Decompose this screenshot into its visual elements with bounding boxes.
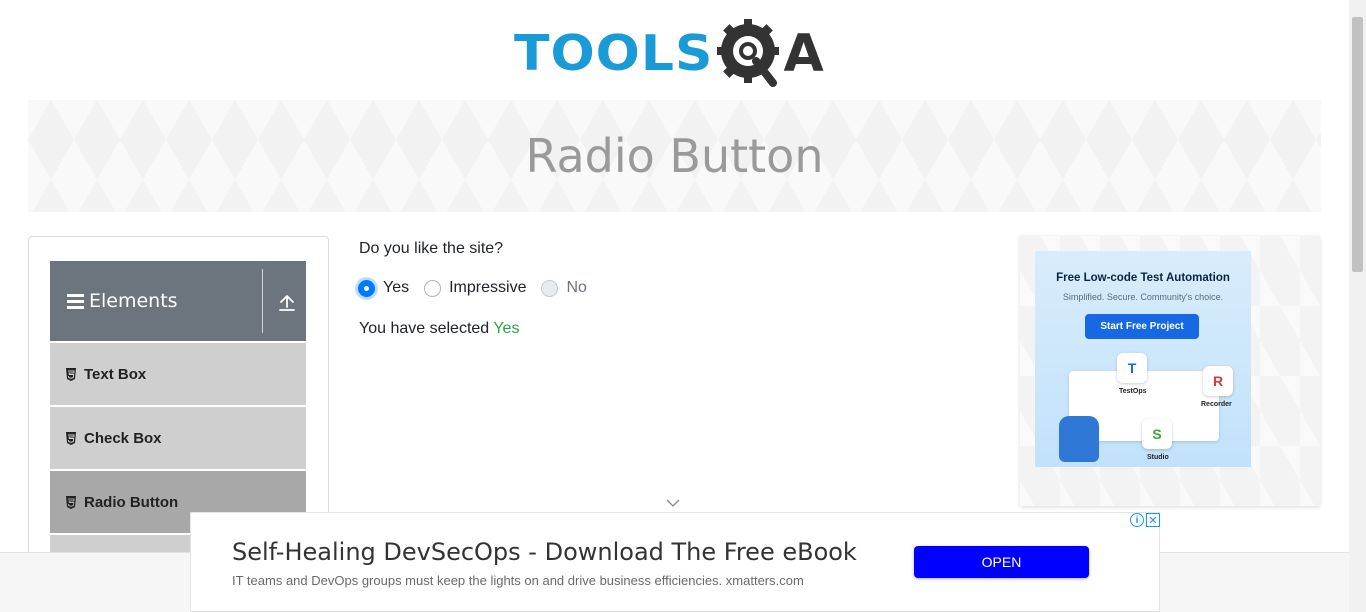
collapse-up-icon[interactable] <box>277 293 297 313</box>
vertical-scrollbar[interactable] <box>1349 0 1366 612</box>
sidebar-item-label: Text Box <box>84 365 147 383</box>
close-icon[interactable]: ✕ <box>1146 513 1160 527</box>
sidebar-item-label: Check Box <box>84 429 162 447</box>
hamburger-icon <box>67 293 84 309</box>
divider <box>262 269 263 333</box>
html5-icon <box>66 431 76 445</box>
robot-illustration <box>1059 416 1099 462</box>
ad-label-testops: TestOps <box>1119 388 1147 395</box>
radio-label-yes[interactable]: Yes <box>383 279 409 297</box>
sidebar-item-label: Radio Button <box>84 493 179 511</box>
page-banner: Radio Button <box>28 100 1321 212</box>
page: TOOLS A Radio Button Elements Text Box C… <box>0 0 1366 612</box>
sidebar-item-text-box[interactable]: Text Box <box>50 343 306 405</box>
testops-logo-icon: T <box>1117 353 1147 383</box>
site-logo[interactable]: TOOLS A <box>514 14 844 94</box>
ad-label-recorder: Recorder <box>1201 401 1232 408</box>
question-text: Do you like the site? <box>359 240 504 257</box>
ad-creative[interactable]: Free Low-code Test Automation Simplified… <box>1035 251 1251 467</box>
sidebar-ad[interactable]: Free Low-code Test Automation Simplified… <box>1020 236 1320 506</box>
chevron-down-icon[interactable] <box>666 498 680 508</box>
bottom-ad-headline[interactable]: Self-Healing DevSecOps - Download The Fr… <box>232 538 857 566</box>
ad-label-studio: Studio <box>1147 454 1169 461</box>
recorder-logo-icon: R <box>1203 366 1233 396</box>
ad-cta-button[interactable]: Start Free Project <box>1085 314 1199 339</box>
sidebar-group-elements[interactable]: Elements <box>50 261 306 341</box>
studio-logo-icon: S <box>1142 419 1172 449</box>
radio-no: No <box>541 279 587 297</box>
radio-indicator <box>541 279 559 297</box>
sidebar-item-check-box[interactable]: Check Box <box>50 407 306 469</box>
ad-subline: Simplified. Secure. Community's choice. <box>1062 292 1224 302</box>
logo-text: TOOLS <box>514 25 714 83</box>
result-value: Yes <box>493 320 520 337</box>
logo-text-a: A <box>783 24 824 84</box>
sidebar-group-title: Elements <box>89 290 178 312</box>
html5-icon <box>66 367 76 381</box>
gear-magnifier-icon <box>717 19 780 87</box>
radio-indicator[interactable] <box>358 279 375 297</box>
radio-impressive[interactable]: Impressive <box>424 279 526 297</box>
radio-label-impressive[interactable]: Impressive <box>449 279 526 297</box>
page-title: Radio Button <box>525 129 824 183</box>
ad-headline: Free Low-code Test Automation <box>1056 272 1230 284</box>
radio-indicator[interactable] <box>424 279 442 297</box>
scrollbar-thumb[interactable] <box>1352 17 1363 272</box>
radio-group: Yes Impressive No <box>358 279 602 297</box>
ad-choices[interactable]: i ✕ <box>1130 513 1160 527</box>
info-icon[interactable]: i <box>1130 513 1144 527</box>
radio-yes[interactable]: Yes <box>358 279 409 297</box>
bottom-ad-subtext[interactable]: IT teams and DevOps groups must keep the… <box>232 573 804 588</box>
result-text: You have selected Yes <box>359 320 519 338</box>
bottom-ad[interactable]: Self-Healing DevSecOps - Download The Fr… <box>190 512 1160 612</box>
bottom-ad-open-button[interactable]: OPEN <box>914 546 1089 578</box>
result-prefix: You have selected <box>359 320 494 337</box>
radio-label-no: No <box>566 279 587 296</box>
html5-icon <box>66 495 76 509</box>
